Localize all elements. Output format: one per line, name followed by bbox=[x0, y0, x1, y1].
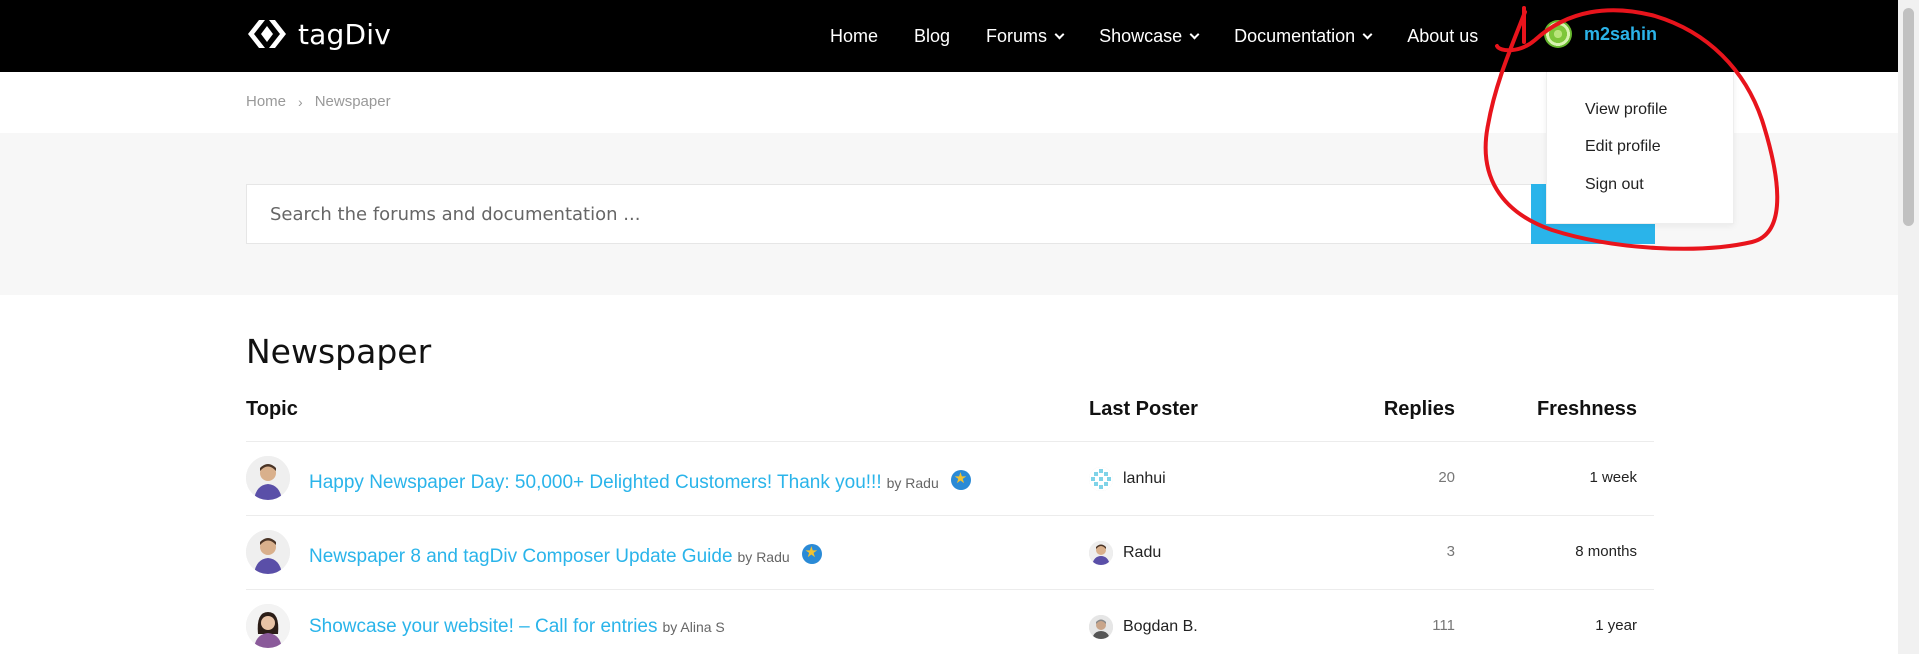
topic-title-group: Newspaper 8 and tagDiv Composer Update G… bbox=[309, 542, 822, 568]
brand-name: tagDiv bbox=[298, 17, 392, 51]
nav-home[interactable]: Home bbox=[830, 26, 878, 47]
edit-profile-link[interactable]: Edit profile bbox=[1585, 138, 1661, 156]
chevron-down-icon bbox=[1362, 29, 1373, 39]
nav-blog[interactable]: Blog bbox=[914, 26, 950, 47]
author-avatar[interactable] bbox=[246, 530, 290, 574]
search-box bbox=[246, 184, 1655, 244]
topic-author[interactable]: by Radu bbox=[887, 475, 939, 491]
topic-title-group: Happy Newspaper Day: 50,000+ Delighted C… bbox=[309, 468, 971, 494]
breadcrumb-current: Newspaper bbox=[314, 93, 391, 110]
poster-name: Bogdan B. bbox=[1123, 618, 1198, 635]
nav-label: Showcase bbox=[1099, 25, 1183, 46]
topic-link[interactable]: Newspaper 8 and tagDiv Composer Update G… bbox=[309, 546, 733, 568]
username: m2sahin bbox=[1584, 23, 1658, 44]
nav-forums[interactable]: Forums bbox=[986, 25, 1065, 47]
nav-label: Forums bbox=[986, 25, 1048, 46]
freshness-link[interactable]: 1 week bbox=[1533, 469, 1637, 486]
chevron-right-icon: › bbox=[298, 93, 303, 110]
top-navbar: tagDiv Home Blog Forums Showcase Documen… bbox=[0, 0, 1898, 72]
view-profile-link[interactable]: View profile bbox=[1585, 101, 1667, 119]
poster-avatar bbox=[1089, 541, 1113, 565]
last-poster[interactable]: Bogdan B. bbox=[1089, 615, 1198, 639]
header-topic: Topic bbox=[246, 398, 298, 420]
topic-link[interactable]: Happy Newspaper Day: 50,000+ Delighted C… bbox=[309, 472, 882, 494]
nav-about-us[interactable]: About us bbox=[1407, 26, 1478, 47]
scrollbar-thumb[interactable] bbox=[1903, 8, 1914, 226]
table-row: Newspaper 8 and tagDiv Composer Update G… bbox=[246, 515, 1654, 589]
chevron-down-icon bbox=[1189, 29, 1200, 39]
nav-documentation[interactable]: Documentation bbox=[1234, 25, 1373, 47]
poster-name: lanhui bbox=[1123, 470, 1166, 487]
author-avatar[interactable] bbox=[246, 456, 290, 500]
breadcrumb-home[interactable]: Home bbox=[246, 93, 286, 110]
main-nav: Home Blog Forums Showcase Documentation … bbox=[830, 0, 1514, 72]
header-last-poster: Last Poster bbox=[1089, 398, 1198, 420]
breadcrumb: Home › Newspaper bbox=[246, 93, 391, 110]
header-freshness: Freshness bbox=[1536, 398, 1637, 420]
reply-count: 20 bbox=[1438, 469, 1455, 486]
table-row: Showcase your website! – Call for entrie… bbox=[246, 589, 1654, 654]
topic-author[interactable]: by Radu bbox=[738, 549, 790, 565]
nav-label: Blog bbox=[914, 25, 951, 46]
topic-title-group: Showcase your website! – Call for entrie… bbox=[309, 616, 725, 638]
topic-link[interactable]: Showcase your website! – Call for entrie… bbox=[309, 616, 658, 638]
search-input[interactable] bbox=[247, 185, 1531, 243]
last-poster[interactable]: lanhui bbox=[1089, 467, 1166, 491]
user-menu-toggle[interactable]: m2sahin bbox=[1544, 20, 1657, 48]
poster-name: Radu bbox=[1123, 544, 1162, 561]
tagdiv-logo-icon bbox=[248, 20, 286, 48]
page-scrollbar[interactable] bbox=[1898, 0, 1919, 654]
user-avatar bbox=[1544, 20, 1572, 48]
nav-showcase[interactable]: Showcase bbox=[1099, 25, 1200, 47]
user-dropdown-menu: View profile Edit profile Sign out bbox=[1546, 72, 1734, 224]
last-poster[interactable]: Radu bbox=[1089, 541, 1161, 565]
freshness-link[interactable]: 8 months bbox=[1533, 543, 1637, 560]
nav-label: Home bbox=[830, 25, 879, 46]
star-badge-icon bbox=[950, 469, 971, 490]
freshness-link[interactable]: 1 year bbox=[1533, 617, 1637, 634]
header-replies: Replies bbox=[1383, 398, 1455, 420]
brand-logo[interactable]: tagDiv bbox=[246, 16, 391, 52]
table-row: Happy Newspaper Day: 50,000+ Delighted C… bbox=[246, 441, 1654, 515]
poster-avatar bbox=[1089, 467, 1113, 491]
author-avatar[interactable] bbox=[246, 604, 290, 648]
chevron-down-icon bbox=[1054, 29, 1065, 39]
sign-out-link[interactable]: Sign out bbox=[1585, 176, 1644, 194]
topic-author[interactable]: by Alina S bbox=[663, 619, 725, 635]
reply-count: 111 bbox=[1432, 617, 1455, 634]
page-title: Newspaper bbox=[246, 332, 432, 371]
nav-label: About us bbox=[1407, 25, 1479, 46]
star-badge-icon bbox=[801, 543, 822, 564]
nav-label: Documentation bbox=[1234, 25, 1356, 46]
reply-count: 3 bbox=[1446, 543, 1455, 560]
poster-avatar bbox=[1089, 615, 1113, 639]
